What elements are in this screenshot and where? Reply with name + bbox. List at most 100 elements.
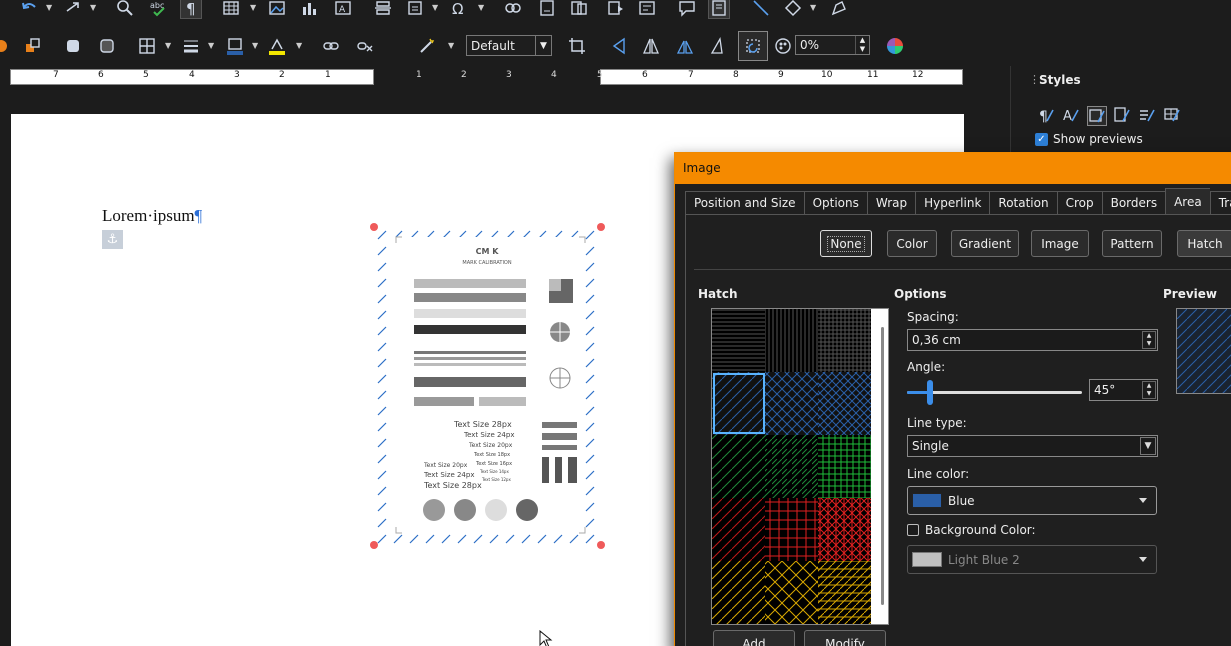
field-icon[interactable] [404,0,426,19]
line-type-select[interactable]: Single ▼ [907,435,1158,457]
insert-chart-icon[interactable] [298,0,320,19]
chevron-down-icon[interactable]: ▼ [90,4,98,12]
comment-icon[interactable] [676,0,698,19]
spin-arrows-icon[interactable]: ▲ ▼ [1142,381,1156,399]
ruler-number: 2 [461,70,467,80]
tab-area[interactable]: Area [1165,188,1210,215]
fill-gradient-button[interactable]: Gradient [951,230,1019,257]
add-button[interactable]: Add [713,630,795,646]
character-styles-icon[interactable]: A [1062,106,1082,126]
draw-function-icon[interactable] [828,0,850,19]
line-color-select[interactable]: Blue [907,486,1157,515]
rotate-left-icon[interactable] [674,35,696,57]
fill-none-button[interactable]: None [820,230,872,257]
track-changes-icon[interactable] [708,0,730,19]
color-wheel-icon[interactable] [884,35,906,57]
resize-handle[interactable] [370,223,378,231]
bookmark-icon[interactable] [604,0,626,19]
find-replace-icon[interactable] [114,0,136,19]
spelling-icon[interactable]: abc [148,0,170,19]
cross-reference-icon[interactable] [568,0,590,19]
table-icon[interactable] [220,0,242,19]
fill-color-button[interactable]: Color [887,230,937,257]
tab-wrap[interactable]: Wrap [866,191,916,215]
transparency-field[interactable]: 0% ▲ ▼ [795,35,870,55]
line-icon[interactable] [750,0,772,19]
hyperlink-icon[interactable] [502,0,524,19]
border-color-icon[interactable] [224,35,246,57]
anchor-icon[interactable]: ⚓ [102,230,123,249]
chevron-down-icon[interactable]: ▼ [478,4,486,12]
tab-crop[interactable]: Crop [1056,191,1102,215]
link-frames-icon[interactable] [320,35,342,57]
shape-icon[interactable] [0,35,14,57]
chevron-down-icon[interactable]: ▼ [448,42,456,50]
fill-image-button[interactable]: Image [1031,230,1089,257]
send-to-back-icon[interactable] [96,35,118,57]
resize-handle[interactable] [597,541,605,549]
chevron-down-icon[interactable]: ▼ [165,42,173,50]
footnote-icon[interactable] [536,0,558,19]
tab-borders[interactable]: Borders [1101,191,1166,215]
flip-vertical-icon[interactable] [608,35,630,57]
horizontal-ruler[interactable]: 7 6 5 4 3 2 1 1 2 3 4 5 6 7 8 9 10 11 12 [10,68,964,86]
resize-handle[interactable] [370,541,378,549]
unlink-frames-icon[interactable] [354,35,376,57]
transparency-icon[interactable] [772,35,794,57]
show-previews-checkbox[interactable]: ✓ Show previews [1035,132,1143,146]
chevron-down-icon[interactable]: ▼ [296,42,304,50]
chevron-down-icon[interactable]: ▼ [432,4,440,12]
undo-icon[interactable] [18,0,40,19]
tab-options[interactable]: Options [803,191,867,215]
page-styles-icon[interactable] [1113,106,1133,126]
flip-horizontal-icon[interactable] [640,35,662,57]
tab-rotation[interactable]: Rotation [989,191,1057,215]
background-color-checkbox[interactable]: Background Color: [907,523,1036,537]
caption-icon[interactable] [636,0,658,19]
tab-transparency[interactable]: Transp [1209,191,1231,215]
spacing-field[interactable]: 0,36 cm ▲ ▼ [907,329,1158,351]
insert-image-icon[interactable] [266,0,288,19]
redo-icon[interactable] [62,0,84,19]
arrange-icon[interactable] [22,35,44,57]
text-box-icon[interactable]: A [332,0,354,19]
highlight-color-icon[interactable] [266,35,288,57]
bring-to-front-icon[interactable] [62,35,84,57]
dialog-title-bar[interactable]: Image [675,153,1231,184]
spin-arrows-icon[interactable]: ▲ ▼ [855,36,869,54]
formatting-marks-icon[interactable]: ¶ [180,0,202,19]
selected-image[interactable]: CM K MARK CALIBRATION Text Size 28px Tex… [370,223,605,549]
chevron-down-icon[interactable]: ▼ [46,4,54,12]
border-style-icon[interactable] [180,35,202,57]
modify-button[interactable]: Modify [804,630,886,646]
chevron-down-icon[interactable]: ▼ [250,4,258,12]
image-mode-select[interactable]: Default ▼ [466,35,552,56]
spin-arrows-icon[interactable]: ▲ ▼ [1142,331,1156,349]
hatch-list-scrollbar[interactable] [881,327,884,605]
angle-slider-thumb[interactable] [927,380,933,405]
frame-styles-icon[interactable] [1087,106,1107,126]
page-break-icon[interactable] [372,0,394,19]
chevron-down-icon[interactable]: ▼ [810,4,818,12]
resize-handle[interactable] [597,223,605,231]
list-styles-icon[interactable] [1138,106,1158,126]
body-paragraph[interactable]: Lorem·ipsum¶ [102,206,202,226]
tab-position-and-size[interactable]: Position and Size [685,191,804,215]
basic-shapes-icon[interactable] [782,0,804,19]
paragraph-styles-icon[interactable]: ¶ [1037,106,1057,126]
angle-slider-track[interactable] [907,391,1082,394]
chevron-down-icon[interactable]: ▼ [208,42,216,50]
angle-field[interactable]: 45° ▲ ▼ [1089,379,1158,401]
fill-hatch-button[interactable]: Hatch [1177,230,1231,257]
crop-icon[interactable] [566,35,588,57]
table-styles-icon[interactable] [1163,106,1183,126]
fill-pattern-button[interactable]: Pattern [1102,230,1162,257]
borders-icon[interactable] [136,35,158,57]
rotate-right-icon[interactable] [706,35,728,57]
image-filter-icon[interactable] [416,35,438,57]
hatch-list[interactable] [711,308,889,625]
special-character-icon[interactable]: Ω [448,0,470,19]
rotate-mode-icon[interactable] [738,31,768,61]
chevron-down-icon[interactable]: ▼ [252,42,260,50]
tab-hyperlink[interactable]: Hyperlink [915,191,990,215]
